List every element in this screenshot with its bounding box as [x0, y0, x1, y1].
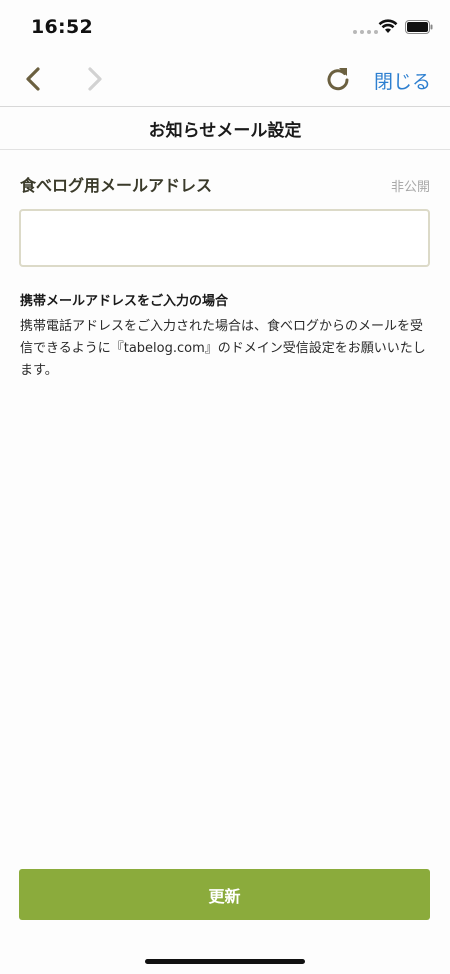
page-header: お知らせメール設定	[0, 107, 450, 150]
visibility-badge: 非公開	[390, 180, 430, 195]
chevron-right-icon[interactable]	[82, 66, 106, 92]
chevron-left-icon[interactable]	[22, 66, 46, 92]
browser-nav-bar: 閉じる	[0, 52, 450, 107]
home-indicator[interactable]	[145, 959, 305, 964]
page-title: お知らせメール設定	[148, 120, 302, 141]
status-bar: 16:52	[0, 0, 450, 52]
mobile-email-heading: 携帯メールアドレスをご入力の場合	[20, 294, 229, 309]
status-time: 16:52	[31, 16, 93, 38]
close-button[interactable]: 閉じる	[374, 67, 431, 94]
reload-icon[interactable]	[324, 65, 352, 93]
email-input[interactable]	[19, 209, 430, 267]
wifi-icon	[378, 19, 398, 33]
mobile-email-notice: 携帯電話アドレスをご入力された場合は、食べログからのメールを受信できるように『t…	[20, 319, 426, 378]
battery-icon	[405, 20, 433, 34]
signal-strength-icon	[353, 30, 378, 34]
email-label: 食べログ用メールアドレス	[20, 176, 213, 195]
update-button[interactable]: 更新	[19, 869, 430, 920]
